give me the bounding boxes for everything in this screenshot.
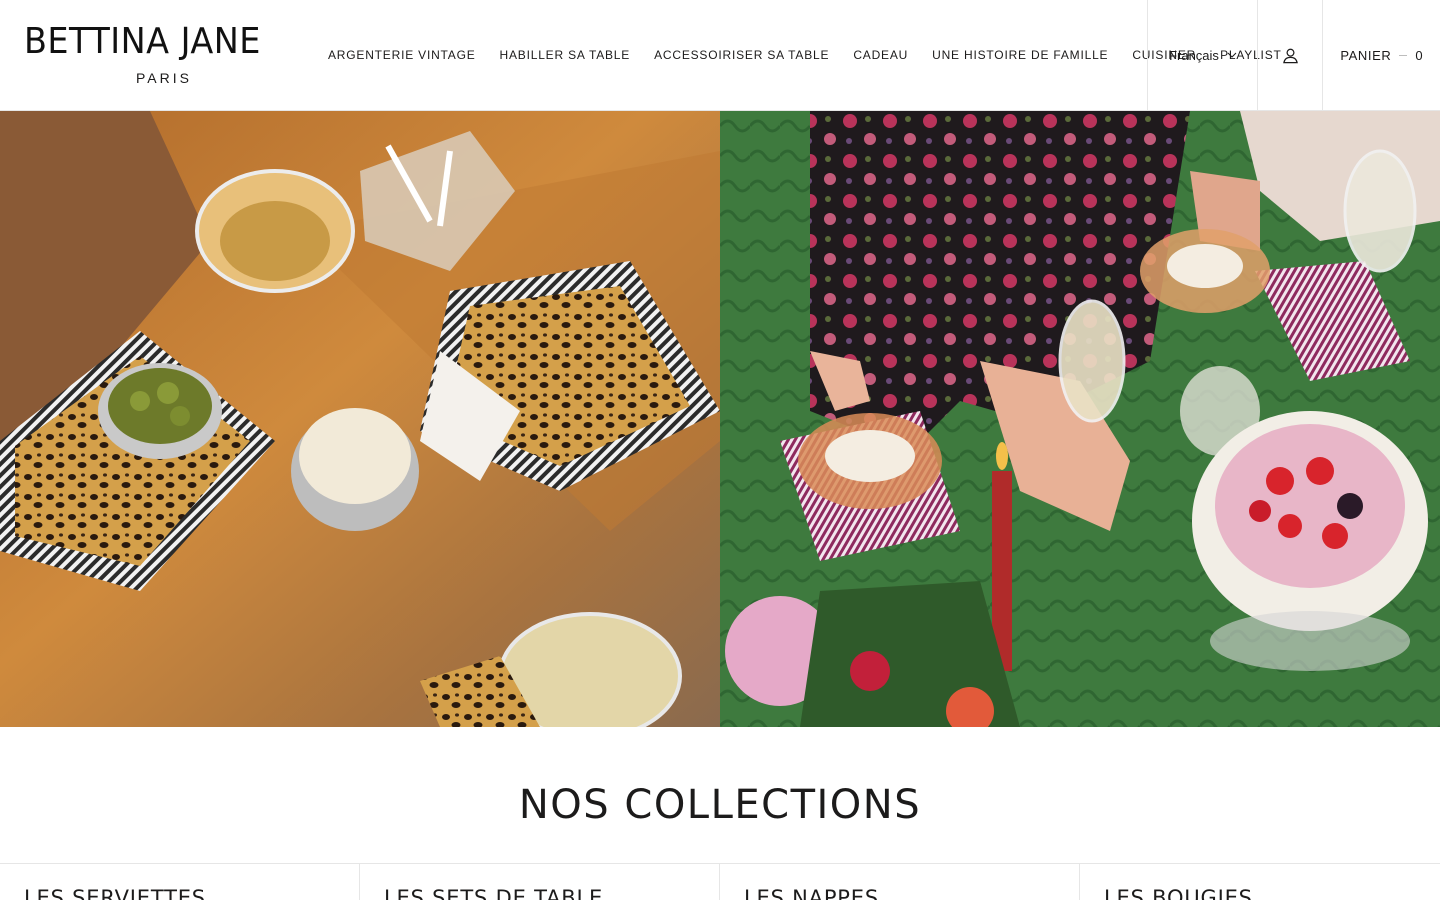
user-icon [1283, 48, 1298, 63]
language-selector[interactable]: Français [1147, 0, 1258, 110]
cart-separator [1399, 54, 1408, 56]
collection-card-nappes[interactable]: LES NAPPES [720, 864, 1080, 900]
hero-right-photo [720, 111, 1440, 727]
collection-card-serviettes[interactable]: LES SERVIETTES [0, 864, 360, 900]
hero-image-right[interactable] [720, 111, 1440, 727]
nav-item-argenterie-vintage[interactable]: ARGENTERIE VINTAGE [328, 48, 476, 62]
logo-wordmark: BETTINA JANE [24, 21, 261, 62]
collection-label: LES NAPPES [744, 886, 879, 900]
cart-label: PANIER [1340, 47, 1392, 63]
collection-card-sets-de-table[interactable]: LES SETS DE TABLE [360, 864, 720, 900]
nav-item-une-histoire-de-famille[interactable]: UNE HISTOIRE DE FAMILLE [932, 48, 1108, 62]
collections-title: NOS COLLECTIONS [518, 782, 922, 828]
account-button[interactable] [1257, 0, 1323, 110]
collection-label: LES SERVIETTES [24, 886, 206, 900]
brand-logo[interactable]: BETTINA JANE PARIS [24, 22, 306, 88]
site-header: BETTINA JANE PARIS ARGENTERIE VINTAGE HA… [0, 0, 1440, 111]
collections-grid: LES SERVIETTES LES SETS DE TABLE LES NAP… [0, 863, 1440, 900]
collection-label: LES BOUGIES [1104, 886, 1253, 900]
collection-card-bougies[interactable]: LES BOUGIES [1080, 864, 1440, 900]
logo-city: PARIS [136, 70, 192, 86]
language-label: Français [1169, 47, 1219, 63]
hero-image-left[interactable] [0, 111, 720, 727]
chevron-down-icon [1227, 52, 1237, 58]
nav-item-habiller-sa-table[interactable]: HABILLER SA TABLE [500, 48, 631, 62]
collection-label: LES SETS DE TABLE [384, 886, 604, 900]
cart-count: 0 [1415, 47, 1423, 63]
hero-left-photo [0, 111, 720, 727]
cart-button[interactable]: PANIER 0 [1322, 0, 1440, 110]
nav-item-cadeau[interactable]: CADEAU [853, 48, 908, 62]
hero-banner [0, 111, 1440, 727]
nav-item-accessoiriser-sa-table[interactable]: ACCESSOIRISER SA TABLE [654, 48, 829, 62]
